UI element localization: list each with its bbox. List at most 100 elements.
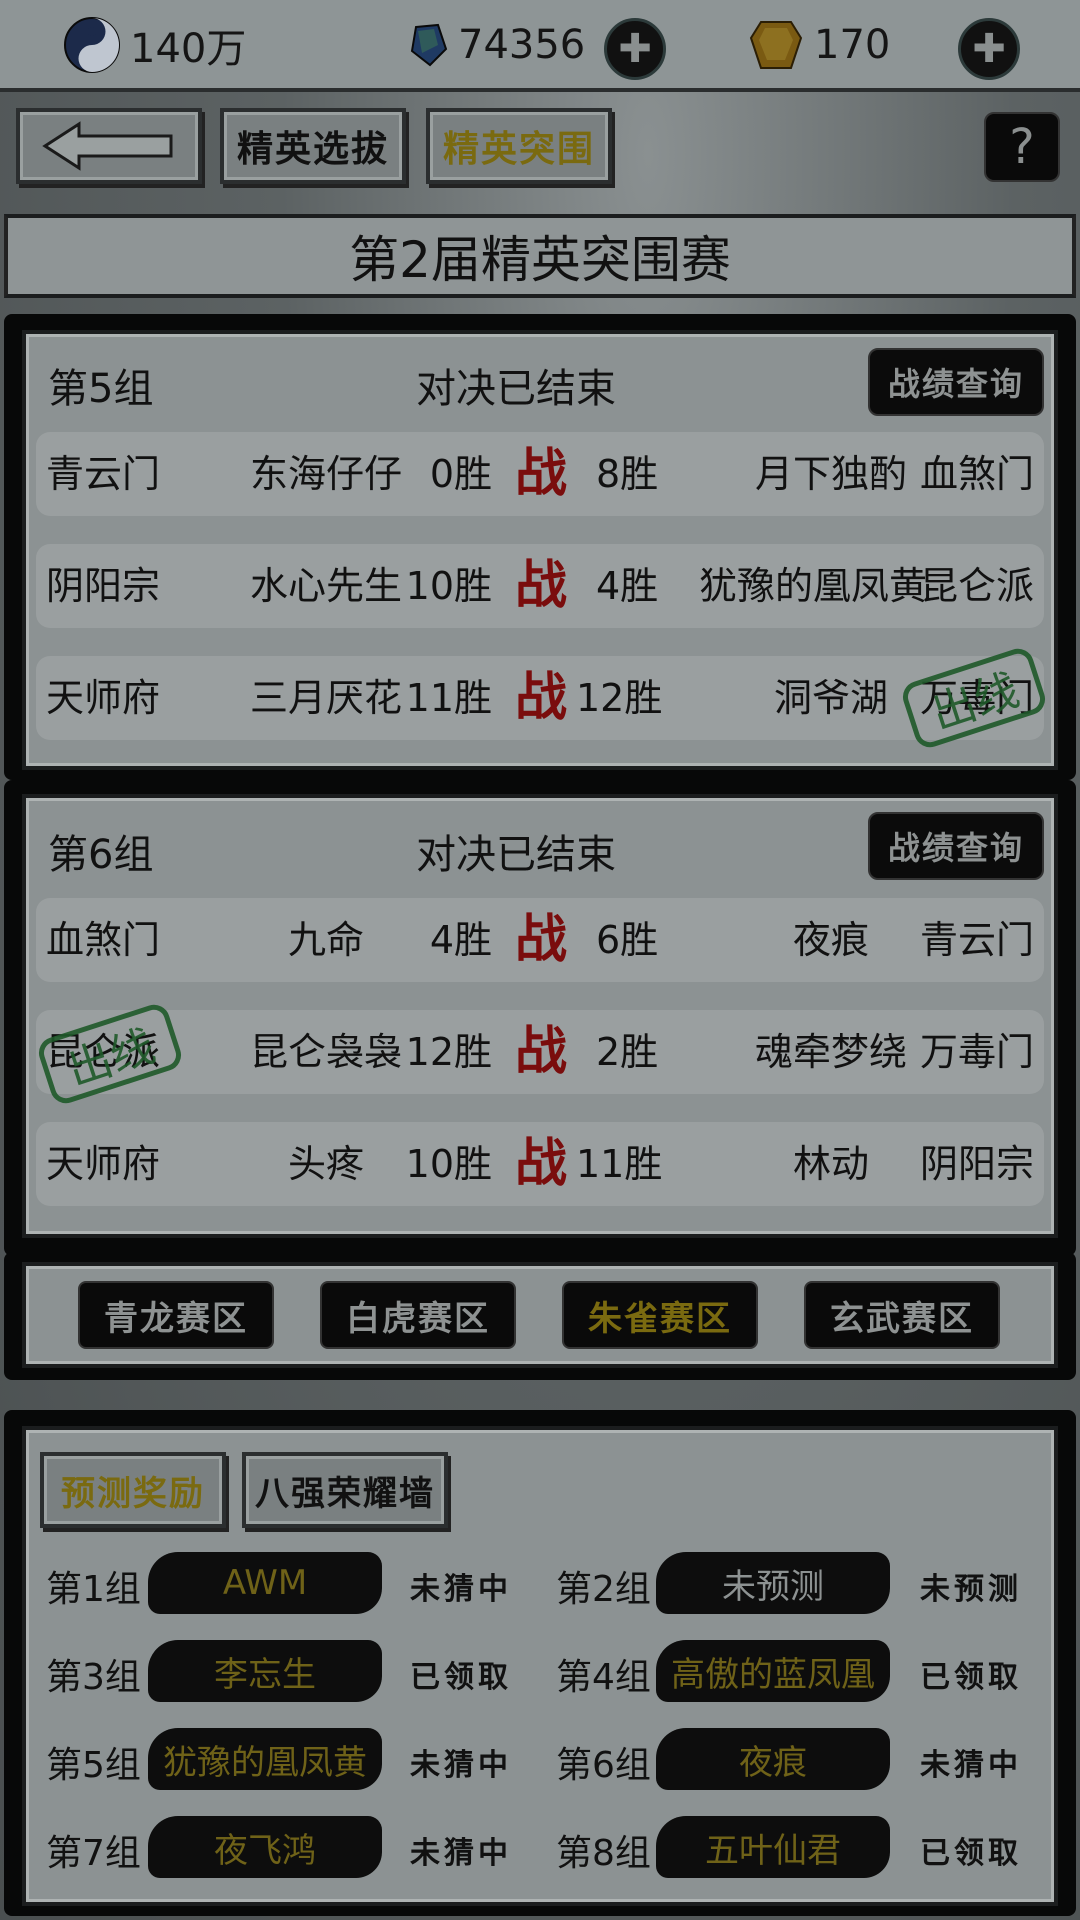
add-gem-button[interactable]: ✚ (604, 18, 666, 80)
sect-a: 青云门 (46, 452, 161, 496)
wins-a: 10胜 (405, 564, 492, 608)
prediction-group: 第5组 (46, 1745, 141, 1786)
event-title-banner: 第2届精英突围赛 (4, 214, 1076, 298)
prediction-pick: 高傲的蓝凤凰 (656, 1640, 890, 1702)
sect-a: 血煞门 (46, 918, 161, 962)
prediction-pick: 五叶仙君 (656, 1816, 890, 1878)
currency-gold: 170 (746, 10, 890, 80)
gold-ingot-icon (746, 15, 806, 75)
tab-prediction-rewards[interactable]: 预测奖励 (40, 1452, 226, 1528)
wins-b: 8胜 (596, 452, 659, 496)
versus-mark: 战 (514, 443, 567, 504)
sect-a: 天师府 (46, 1142, 161, 1186)
sect-a: 天师府 (46, 676, 161, 720)
sect-b: 青云门 (919, 918, 1034, 962)
match-row: 昆仑派 昆仑袅袅 12胜 战 2胜 魂牵梦绕 万毒门 出线 (34, 1000, 1044, 1108)
prediction-pick: 李忘生 (148, 1640, 382, 1702)
tab-elite-selection-label: 精英选拔 (236, 128, 389, 170)
tab-elite-breakout[interactable]: 精英突围 (426, 108, 612, 184)
match-row: 青云门 东海仔仔 0胜 战 8胜 月下独酌 血煞门 (36, 432, 1044, 516)
wins-b: 11胜 (576, 1142, 663, 1186)
tab-label: 八强荣耀墙 (255, 1473, 435, 1514)
zone-qinglong-button[interactable]: 青龙赛区 (78, 1281, 274, 1349)
currency-gem: 74356 (406, 10, 585, 80)
prediction-group: 第7组 (46, 1833, 141, 1874)
versus-mark: 战 (514, 667, 567, 728)
help-button[interactable]: ? (984, 112, 1060, 182)
versus-mark: 战 (514, 1133, 567, 1194)
event-title: 第2届精英突围赛 (349, 231, 731, 289)
taiji-value: 140万 (130, 26, 247, 72)
prediction-status: 未猜中 (410, 1572, 512, 1607)
prediction-pick: AWM (148, 1552, 382, 1614)
prediction-status: 已领取 (920, 1836, 1022, 1871)
sect-b: 万毒门 (919, 1030, 1034, 1074)
gem-value: 74356 (458, 22, 586, 68)
tab-top8-wall[interactable]: 八强荣耀墙 (242, 1452, 448, 1528)
wins-a: 12胜 (405, 1030, 492, 1074)
prediction-pick: 夜飞鸿 (148, 1816, 382, 1878)
prediction-group: 第2组 (556, 1569, 651, 1610)
match-row: 天师府 三月厌花 11胜 战 12胜 洞爷湖 万毒门 出线 (36, 644, 1050, 752)
prediction-status: 已领取 (920, 1660, 1022, 1695)
taiji-icon (62, 15, 122, 75)
plus-icon: ✚ (618, 26, 652, 72)
group-name: 第5组 (48, 366, 154, 412)
gem-icon (406, 15, 450, 75)
zone-zhuque-button[interactable]: 朱雀赛区 (562, 1281, 758, 1349)
wins-a: 0胜 (429, 452, 492, 496)
tab-label: 预测奖励 (61, 1473, 205, 1514)
prediction-pick: 犹豫的凰凤黄 (148, 1728, 382, 1790)
prediction-status: 未预测 (920, 1572, 1022, 1607)
wins-a: 4胜 (429, 918, 492, 962)
help-icon: ? (1009, 119, 1035, 175)
zone-xuanwu-button[interactable]: 玄武赛区 (804, 1281, 1000, 1349)
sect-b: 阴阳宗 (919, 1142, 1034, 1186)
plus-icon: ✚ (972, 26, 1006, 72)
tab-elite-breakout-label: 精英突围 (442, 128, 595, 170)
sect-b: 昆仑派 (919, 564, 1034, 608)
wins-b: 12胜 (576, 676, 663, 720)
prediction-group: 第8组 (556, 1833, 651, 1874)
zone-label: 玄武赛区 (830, 1298, 974, 1339)
prediction-status: 未猜中 (920, 1748, 1022, 1783)
match-row: 阴阳宗 水心先生 10胜 战 4胜 犹豫的凰凤黄 昆仑派 (36, 544, 1044, 628)
gold-value: 170 (814, 22, 891, 68)
back-button[interactable] (16, 108, 202, 184)
currency-taiji: 140万 (62, 10, 246, 80)
group-name: 第6组 (48, 832, 154, 878)
match-row: 血煞门 九命 4胜 战 6胜 夜痕 青云门 (36, 898, 1044, 982)
add-gold-button[interactable]: ✚ (958, 18, 1020, 80)
prediction-group: 第6组 (556, 1745, 651, 1786)
prediction-status: 未猜中 (410, 1748, 512, 1783)
wins-b: 2胜 (596, 1030, 659, 1074)
sect-b: 血煞门 (919, 452, 1034, 496)
record-query-label: 战绩查询 (887, 365, 1024, 403)
tab-elite-selection[interactable]: 精英选拔 (220, 108, 406, 184)
versus-mark: 战 (514, 1021, 567, 1082)
prediction-group: 第4组 (556, 1657, 651, 1698)
zone-baihu-button[interactable]: 白虎赛区 (320, 1281, 516, 1349)
prediction-pick: 夜痕 (656, 1728, 890, 1790)
prediction-group: 第3组 (46, 1657, 141, 1698)
resource-bar: 140万 74356 ✚ 170 ✚ (0, 0, 1080, 92)
versus-mark: 战 (514, 555, 567, 616)
back-arrow-icon (42, 121, 173, 171)
wins-a: 11胜 (405, 676, 492, 720)
prediction-group: 第1组 (46, 1569, 141, 1610)
wins-b: 6胜 (596, 918, 659, 962)
versus-mark: 战 (514, 909, 567, 970)
record-query-label: 战绩查询 (887, 829, 1024, 867)
match-row: 天师府 头疼 10胜 战 11胜 林动 阴阳宗 (36, 1122, 1044, 1206)
prediction-status: 未猜中 (410, 1836, 512, 1871)
zone-label: 青龙赛区 (104, 1298, 248, 1339)
sect-a: 阴阳宗 (46, 564, 161, 608)
group-status: 对决已结束 (416, 366, 616, 412)
record-query-button[interactable]: 战绩查询 (868, 348, 1044, 416)
group-status: 对决已结束 (416, 832, 616, 878)
prediction-pick: 未预测 (656, 1552, 890, 1614)
wins-a: 10胜 (405, 1142, 492, 1186)
zone-label: 白虎赛区 (346, 1298, 490, 1339)
wins-b: 4胜 (596, 564, 659, 608)
record-query-button[interactable]: 战绩查询 (868, 812, 1044, 880)
